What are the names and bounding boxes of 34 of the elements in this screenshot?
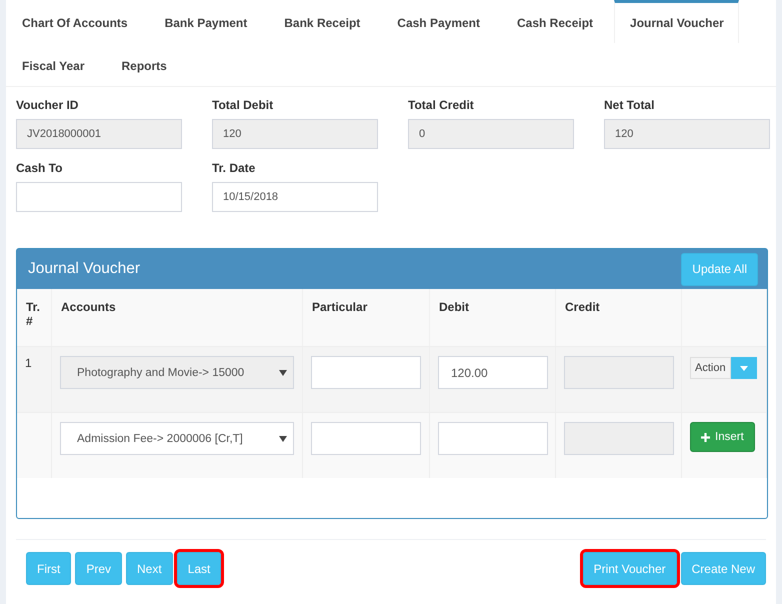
tab[interactable]: Cash Payment: [381, 0, 495, 43]
tab[interactable]: Reports: [106, 43, 182, 86]
field-label: Net Total: [604, 98, 656, 112]
tab[interactable]: Journal Voucher: [614, 0, 739, 43]
input-field[interactable]: [16, 182, 182, 212]
field-label: Voucher ID: [16, 98, 80, 112]
column-header: Particular: [303, 289, 430, 346]
caret-icon: [279, 370, 287, 376]
column-header: Debit: [430, 289, 556, 346]
table-cell: 1: [17, 346, 52, 412]
input-field[interactable]: [311, 356, 421, 389]
tab[interactable]: Cash Receipt: [501, 0, 608, 43]
field-label: Cash To: [16, 161, 64, 175]
input-field[interactable]: 120.00: [438, 356, 548, 389]
column-header: Tr. #: [17, 289, 52, 346]
input-field[interactable]: [438, 422, 548, 455]
tab[interactable]: Bank Payment: [148, 0, 262, 43]
panel-title: Journal Voucher: [28, 260, 140, 278]
plus-icon: [701, 432, 710, 442]
dropdown-button[interactable]: [730, 357, 757, 379]
tab[interactable]: Chart Of Accounts: [6, 0, 143, 43]
field-label: Total Debit: [212, 98, 274, 112]
caret-icon: [279, 436, 287, 442]
tab[interactable]: Bank Receipt: [268, 0, 376, 43]
column-header: Credit: [556, 289, 682, 346]
input-field[interactable]: [311, 422, 421, 455]
input-field[interactable]: 10/15/2018: [212, 182, 378, 212]
account-select[interactable]: Admission Fee-> 2000006 [Cr,T]: [60, 422, 294, 455]
column-header: Accounts: [52, 289, 303, 346]
field-label: Total Credit: [408, 98, 475, 112]
caret-icon: [740, 366, 748, 370]
action-button[interactable]: Action: [690, 357, 731, 379]
tab[interactable]: Fiscal Year: [6, 43, 100, 86]
field-label: Tr. Date: [212, 161, 256, 175]
